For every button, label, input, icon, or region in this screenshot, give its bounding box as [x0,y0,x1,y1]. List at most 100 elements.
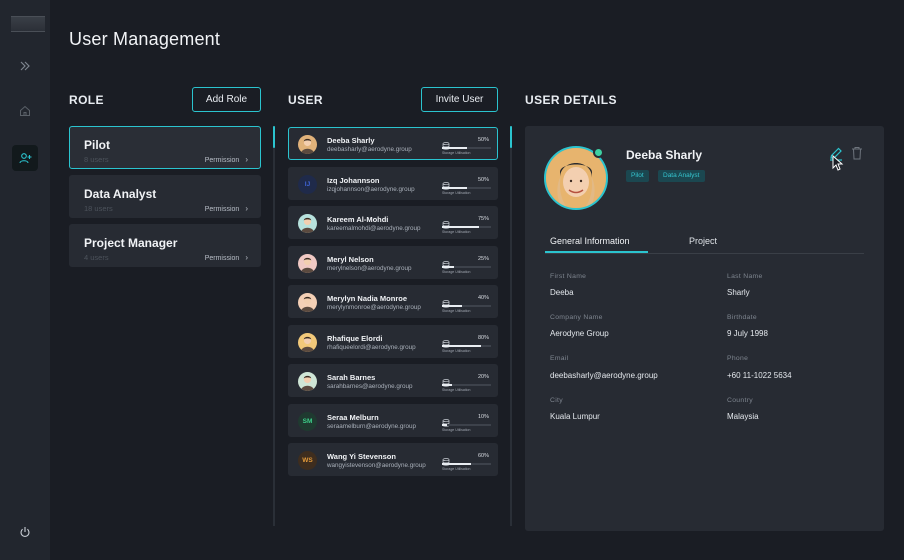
email-value: deebasharly@aerodyne.group [550,371,658,380]
invite-user-button[interactable]: Invite User [421,87,498,112]
storage-caption: Storage Utilisation [442,151,471,155]
storage-percent: 20% [477,374,489,380]
storage-caption: Storage Utilisation [442,309,471,313]
storage-bar-fill [442,147,467,149]
storage-bar-fill [442,463,472,465]
storage-bar-fill [442,305,462,307]
role-user-count: 18 users [84,204,113,213]
storage-caption: Storage Utilisation [442,348,471,353]
sidebar [0,0,50,560]
user-avatar [298,135,317,154]
user-row[interactable]: WS Wang Yi Stevenson wangyistevenson@aerod… [288,443,498,476]
last-name-value: Sharly [727,288,750,297]
user-avatar [298,253,317,273]
storage-caption: Storage Utilisation [442,230,471,234]
profile-name: Deeba Sharly [626,148,703,162]
chevron-right-icon: › [245,253,248,262]
user-row[interactable]: Merylyn Nadia Monroe merylynmonroe@aerody… [288,285,498,318]
chevron-right-icon: › [245,204,248,213]
user-email: merylynmonroe@aerodyne.group [327,304,421,311]
role-card-project-manager[interactable]: Project Manager 4 users Permission › [69,224,261,267]
last-name-label: Last Name [727,273,763,280]
company-name-value: Aerodyne Group [550,329,609,338]
chevron-right-icon: › [245,155,248,164]
city-label: City [550,397,563,404]
role-scrollbar[interactable] [273,126,275,526]
storage-caption: Storage Utilisation [442,467,471,471]
role-card-data-analyst[interactable]: Data Analyst 18 users Permission › [69,175,261,218]
user-name: Rhafique Elordi [327,333,383,343]
user-details-heading: USER DETAILS [525,93,617,107]
user-name: Meryl Nelson [327,254,374,264]
storage-caption: Storage Utilisation [442,427,471,432]
permission-link[interactable]: Permission › [205,253,248,262]
scrollbar-thumb[interactable] [510,126,512,148]
user-avatar [298,332,317,352]
tab-general-information[interactable]: General Information [550,236,630,246]
storage-percent: 75% [477,216,489,222]
permission-link[interactable]: Permission › [205,204,248,213]
country-label: Country [727,397,753,404]
storage-bar [442,265,491,268]
first-name-value: Deeba [550,288,574,297]
permission-link[interactable]: Permission › [205,155,248,164]
storage-bar-fill [442,226,479,228]
user-heading: USER [288,93,323,107]
user-row[interactable]: Meryl Nelson merylnelson@aerodyne.group 25… [288,245,498,279]
storage-percent: 50% [477,176,489,183]
role-heading: ROLE [69,93,104,107]
user-name: Kareem Al-Mohdi [327,215,389,224]
user-row[interactable]: SM Seraa Melburn seraamelburn@aerodyne.gro… [288,403,498,437]
storage-bar-fill [442,265,455,268]
storage-caption: Storage Utilisation [442,190,471,195]
user-plus-icon[interactable] [12,145,38,171]
role-name: Pilot [84,138,110,152]
user-name: Merylyn Nadia Monroe [327,294,408,303]
online-status-dot [593,147,604,158]
storage-caption: Storage Utilisation [442,269,471,274]
user-email: rhafiqueelordi@aerodyne.group [327,343,416,351]
user-email: wangyistevenson@aerodyne.group [327,462,426,469]
power-icon[interactable] [12,519,38,545]
user-name: Sarah Barnes [327,373,376,382]
role-user-count: 4 users [84,253,109,262]
user-avatar [298,372,317,391]
permission-label: Permission [204,206,240,213]
user-scrollbar[interactable] [510,126,512,526]
role-tag: Data Analyst [658,170,705,182]
tab-project[interactable]: Project [689,236,717,246]
role-card-pilot[interactable]: Pilot 8 users Permission › [69,126,261,169]
storage-percent: 40% [477,295,489,301]
trash-icon[interactable] [851,146,863,160]
role-user-count: 8 users [84,155,109,164]
user-email: kareemalmohdi@aerodyne.group [327,225,421,232]
user-name: Seraa Melburn [327,412,379,422]
email-label: Email [550,355,569,362]
home-icon[interactable] [12,98,38,124]
storage-bar-fill [442,384,452,386]
scrollbar-thumb[interactable] [273,126,275,148]
country-value: Malaysia [727,412,759,421]
user-email: seraamelburn@aerodyne.group [327,422,417,430]
storage-percent: 50% [477,137,489,143]
logo [11,16,45,32]
storage-caption: Storage Utilisation [442,388,471,392]
user-row[interactable]: IJ Izq Johannson izqjohannson@aerodyne.gro… [288,166,498,200]
city-value: Kuala Lumpur [550,412,600,421]
storage-percent: 60% [477,453,489,459]
storage-bar [442,186,491,189]
storage-bar [442,423,491,426]
first-name-label: First Name [550,273,587,280]
user-details-panel: Deeba Sharly Pilot Data Analyst General … [525,126,884,531]
user-row[interactable]: Kareem Al-Mohdi kareemalmohdi@aerodyne.gr… [288,206,498,239]
storage-percent: 25% [477,255,489,262]
add-role-button[interactable]: Add Role [192,87,261,112]
storage-bar-fill [442,186,467,189]
user-row[interactable]: Rhafique Elordi rhafiqueelordi@aerodyne.g… [288,324,498,358]
birthdate-label: Birthdate [727,314,757,321]
role-name: Project Manager [84,236,178,250]
user-row[interactable]: Deeba Sharly deebasharly@aerodyne.group 50… [288,127,498,160]
phone-label: Phone [727,355,749,362]
user-row[interactable]: Sarah Barnes sarahbarnes@aerodyne.group 20… [288,364,498,397]
chevrons-right-icon[interactable] [12,53,38,79]
